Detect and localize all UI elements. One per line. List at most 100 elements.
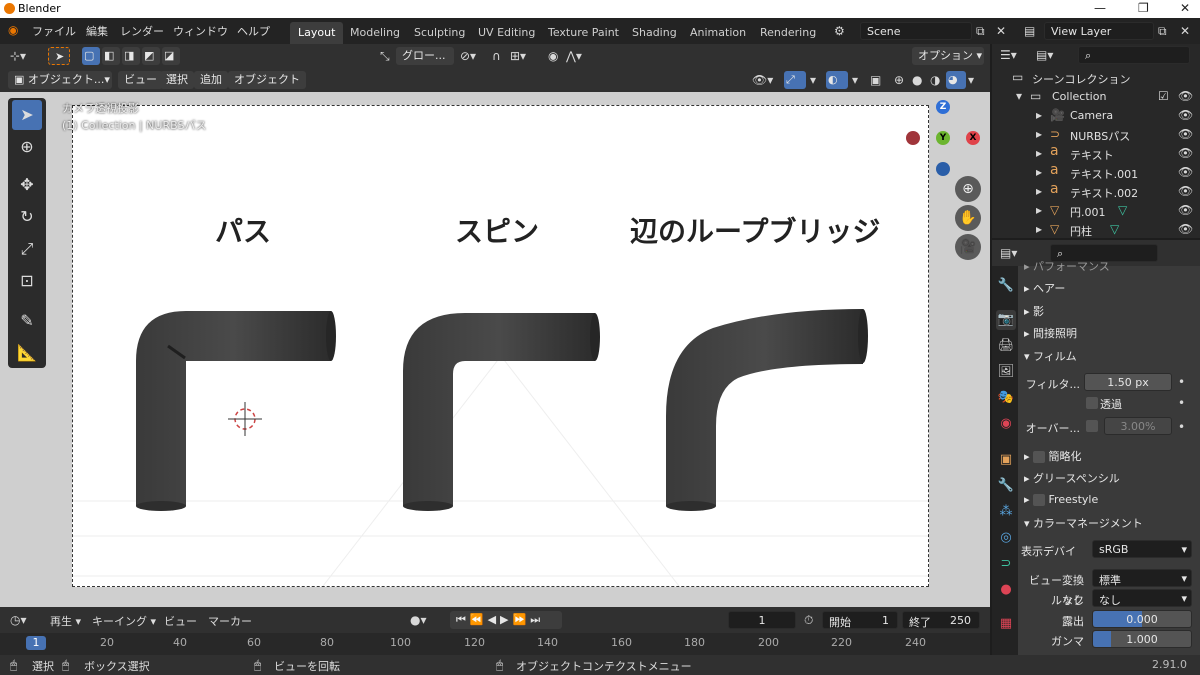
pipe-spin-object[interactable] [403,313,600,511]
timeline-editor-icon[interactable]: ◷▾ [10,613,27,627]
snap-target-icon[interactable]: ⊞▾ [510,49,526,63]
start-frame-field[interactable]: 開始 1 [822,611,898,629]
keying-menu[interactable]: キーイング ▾ [92,613,156,629]
current-frame-field[interactable]: 1 [728,611,796,629]
select-mode-new-icon[interactable]: ▢ [82,47,100,65]
measure-tool-icon[interactable]: 📐 [12,338,42,368]
keyframe-dot-icon[interactable]: • [1178,375,1185,389]
axis-x-icon[interactable]: X [966,131,980,145]
new-view-layer-icon[interactable]: ⧉ [1158,24,1167,38]
pan-hand-icon[interactable]: ✋ [955,205,981,231]
tab-shading[interactable]: Shading [624,22,685,44]
view-layer-icon[interactable]: ▤ [1024,24,1035,38]
select-box-tool-icon[interactable]: ➤ [12,100,42,130]
material-tab-icon[interactable]: ● [996,580,1016,600]
camera-view-icon[interactable]: 🎥 [955,234,981,260]
eye-icon[interactable]: 👁 [1178,146,1193,160]
pivot-point-icon[interactable]: ⊘▾ [460,49,476,63]
tab-animation[interactable]: Animation [682,22,754,44]
display-device-dropdown[interactable]: sRGB ▾ [1092,540,1192,558]
expand-arrow-icon[interactable]: ▸ [1036,108,1042,122]
options-dropdown[interactable]: オプション ▾ [912,47,984,65]
filter-size-field[interactable]: 1.50 px [1084,373,1172,391]
display-mode-icon[interactable]: ▤▾ [1036,48,1053,62]
overscan-field[interactable]: 3.00% [1104,417,1172,435]
outliner-item-circle-001[interactable]: ▸ ▽ 円.001 ▽ 👁 [992,201,1200,220]
outliner-item-cylinder[interactable]: ▸ ▽ 円柱 ▽ 👁 [992,220,1200,239]
object-menu[interactable]: オブジェクト [228,71,306,89]
panel-simplify[interactable]: ▸ 簡略化 [1024,448,1082,464]
gizmo-toggle-icon[interactable]: ⤢ [784,71,806,89]
select-mode-extend-icon[interactable]: ◧ [102,47,120,65]
scene-tab-icon[interactable]: 🎭 [996,388,1016,408]
add-menu[interactable]: 追加 [194,71,228,89]
texture-tab-icon[interactable]: ▦ [996,614,1016,634]
xray-icon[interactable]: ▣ [870,73,881,87]
select-mode-subtract-icon[interactable]: ◨ [122,47,140,65]
expand-arrow-icon[interactable]: ▸ [1036,165,1042,179]
proportional-edit-icon[interactable]: ◉ [548,49,558,63]
particles-tab-icon[interactable]: ⁂ [996,502,1016,522]
tab-texture-paint[interactable]: Texture Paint [540,22,627,44]
transform-tool-icon[interactable]: ⊡ [12,266,42,296]
playback-controls[interactable]: ⏮⏪◀▶⏩⏭ [450,611,562,629]
eye-icon[interactable]: 👁 [1178,127,1193,141]
axis-neg-x-icon[interactable] [906,131,920,145]
move-tool-icon[interactable]: ✥ [12,170,42,200]
outliner-collection[interactable]: ▾ ▭ Collection ☑ 👁 [992,87,1200,106]
eye-icon[interactable]: 👁 [1178,184,1193,198]
menu-file[interactable]: ファイル [32,23,76,39]
marker-menu[interactable]: マーカー [208,613,252,629]
snap-icon[interactable]: ∩ [492,49,501,63]
panel-shadow[interactable]: ▸ 影 [1024,303,1044,319]
panel-grease-pencil[interactable]: ▸ グリースペンシル [1024,470,1120,486]
freestyle-checkbox[interactable] [1033,494,1046,506]
axis-z-icon[interactable]: Z [936,100,950,114]
outliner-item-camera[interactable]: ▸ 🎥 Camera 👁 [992,106,1200,125]
expand-arrow-icon[interactable]: ▾ [1016,89,1022,103]
scene-icon[interactable]: ⚙ [834,24,845,38]
new-scene-icon[interactable]: ⧉ [976,24,985,38]
transparent-checkbox[interactable] [1086,397,1098,409]
overlay-dropdown-icon[interactable]: ▾ [852,73,858,87]
view-transform-dropdown[interactable]: 標準 ▾ [1092,569,1192,587]
mode-dropdown[interactable]: ▣ オブジェクト...▾ [8,71,112,89]
playback-menu[interactable]: 再生 ▾ [50,613,81,629]
menu-render[interactable]: レンダー [120,23,164,39]
keyframe-dot-icon[interactable]: • [1178,420,1185,434]
tab-modeling[interactable]: Modeling [342,22,408,44]
properties-editor-icon[interactable]: ▤▾ [1000,246,1017,260]
overscan-checkbox[interactable] [1086,420,1098,432]
tool-tab-icon[interactable]: 🔧 [996,276,1016,296]
shading-options-icon[interactable]: ▾ [968,73,974,87]
stopwatch-icon[interactable]: ⏱ [804,613,813,627]
transform-orientation-icon[interactable]: ⤡ [380,49,390,63]
end-frame-field[interactable]: 終了 250 [902,611,980,629]
data-tab-icon[interactable]: ⊃ [996,554,1016,574]
outliner-item-nurbs-path[interactable]: ▸ ⊃ NURBSパス 👁 [992,125,1200,144]
axis-neg-z-icon[interactable] [936,162,950,176]
outliner-item-text[interactable]: ▸ a テキスト 👁 [992,144,1200,163]
expand-arrow-icon[interactable]: ▸ [1036,184,1042,198]
expand-arrow-icon[interactable]: ▸ [1036,127,1042,141]
eye-icon[interactable]: 👁 [1178,222,1193,236]
view-layer-tab-icon[interactable]: 🖼 [996,362,1016,382]
transform-orientation-dropdown[interactable]: グロー... [396,47,454,65]
outliner-scene-collection[interactable]: ▭ シーンコレクション [992,68,1200,87]
menu-window[interactable]: ウィンドウ [173,23,228,39]
panel-indirect-lighting[interactable]: ▸ 間接照明 [1024,325,1077,341]
zoom-icon[interactable]: ⊕ [955,176,981,202]
keyframe-dot-icon[interactable]: • [1178,396,1185,410]
menu-edit[interactable]: 編集 [86,23,108,39]
annotate-tool-icon[interactable]: ✎ [12,306,42,336]
outliner-editor-icon[interactable]: ☰▾ [1000,48,1017,62]
shading-material-icon[interactable]: ◑ [930,73,940,87]
render-tab-icon[interactable]: 📷 [996,310,1016,330]
shading-rendered-icon[interactable]: ◕ [946,71,966,89]
physics-tab-icon[interactable]: ◎ [996,528,1016,548]
tab-layout[interactable]: Layout [290,22,344,44]
menu-help[interactable]: ヘルプ [237,23,270,39]
remove-scene-icon[interactable]: ✕ [996,24,1006,38]
scene-name-field[interactable]: Scene [860,22,972,40]
panel-performance[interactable]: ▸ パフォーマンス [1024,258,1110,274]
